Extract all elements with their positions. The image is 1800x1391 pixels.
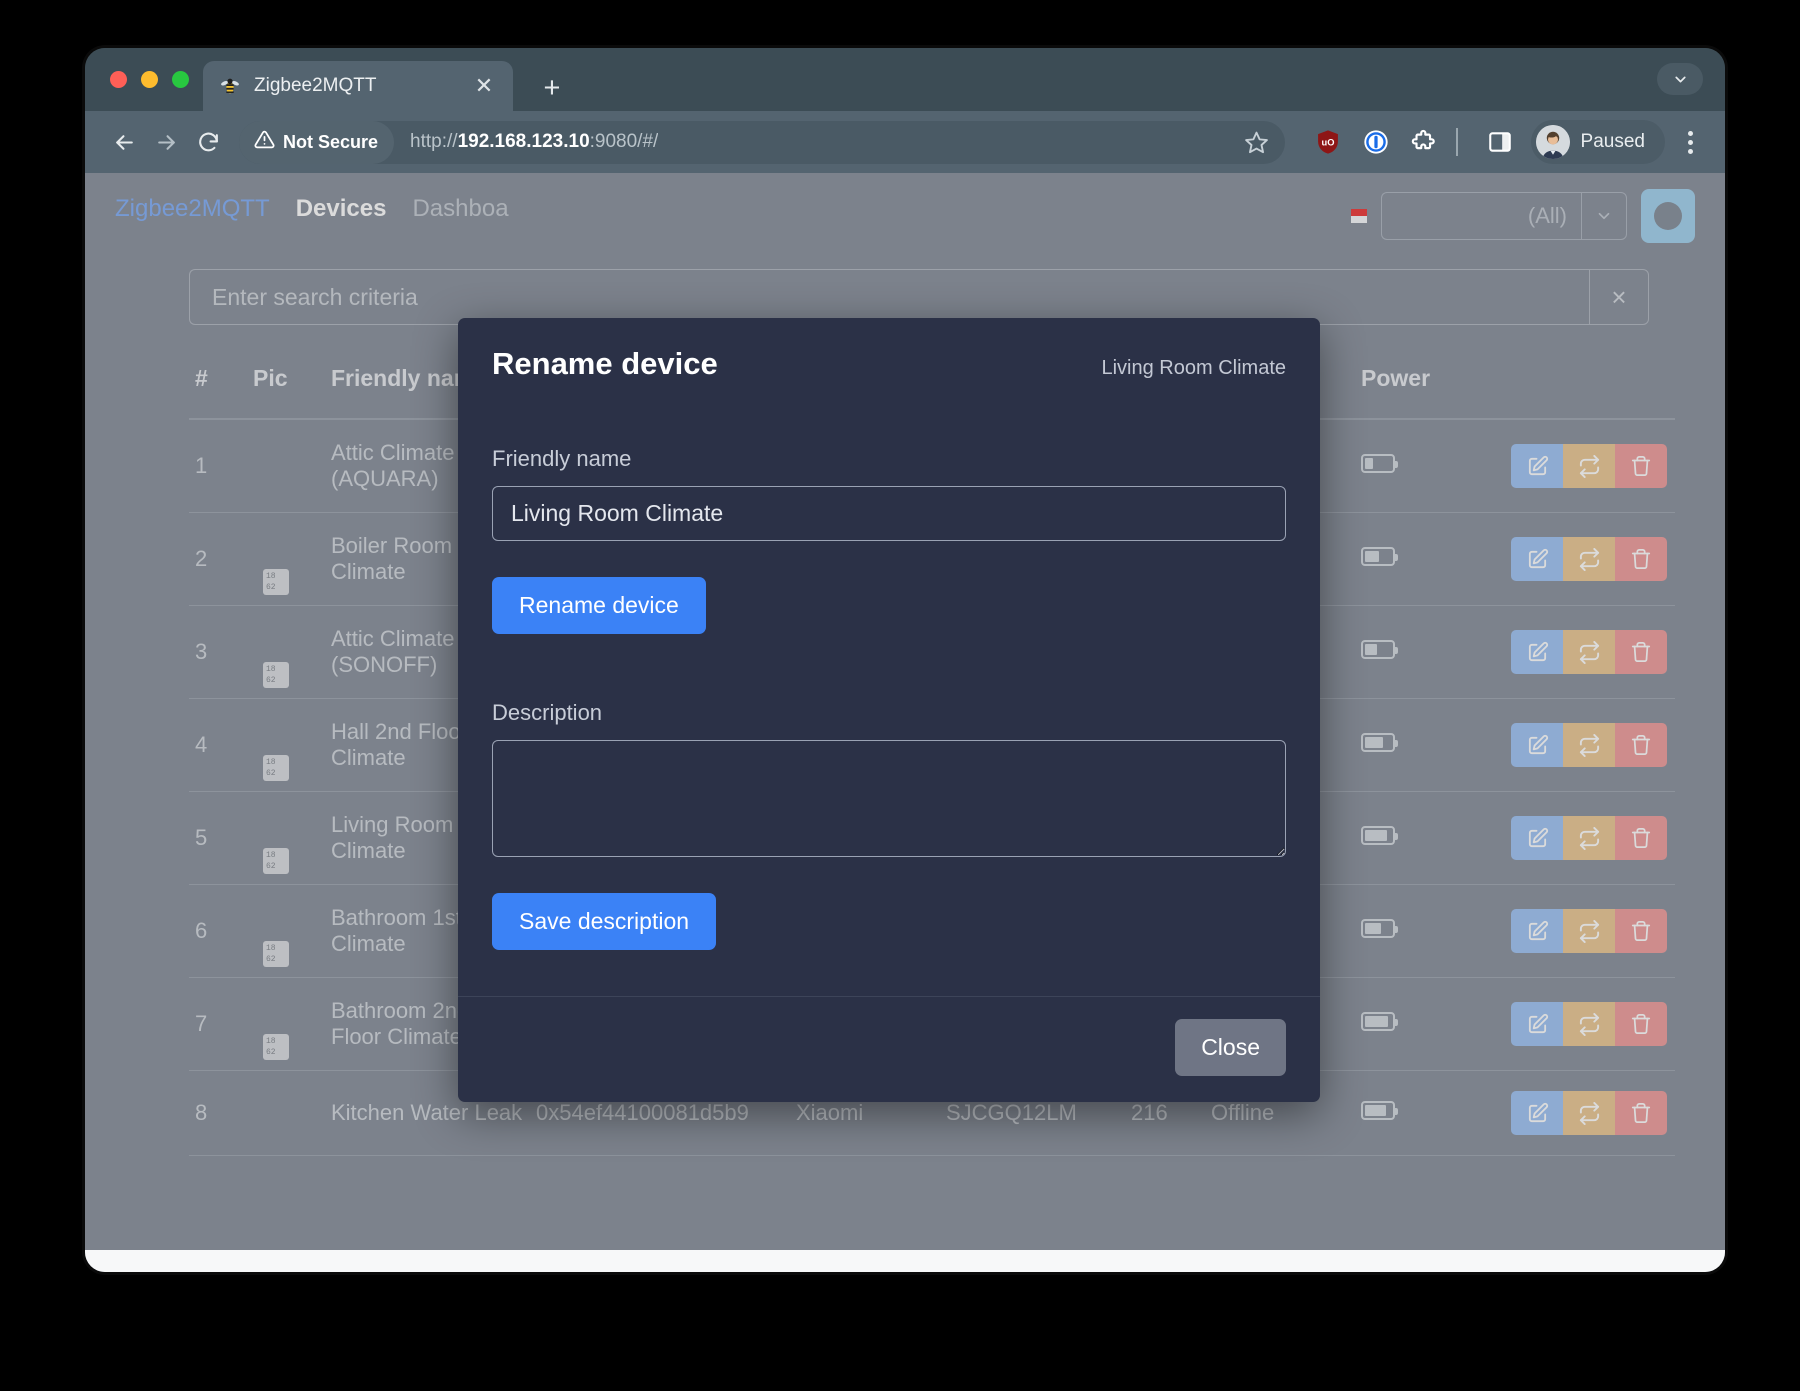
tab-strip: Zigbee2MQTT ✕ + [85,48,1725,111]
friendly-name-label: Friendly name [492,446,1286,472]
reload-icon[interactable] [187,121,229,163]
svg-text:uO: uO [1321,138,1334,148]
browser-toolbar: Not Secure http://192.168.123.10:9080/#/… [85,111,1725,173]
chevron-down-icon[interactable] [1657,63,1703,95]
window-traffic-lights [110,71,189,88]
tab-title: Zigbee2MQTT [254,75,471,97]
friendly-name-input[interactable] [492,486,1286,541]
kebab-menu-icon[interactable] [1673,122,1707,162]
close-window-button[interactable] [110,71,127,88]
description-label: Description [492,700,1286,726]
warning-triangle-icon [254,129,275,155]
close-icon[interactable]: ✕ [471,73,497,99]
page-bottom-edge [85,1250,1725,1272]
new-tab-button[interactable]: + [537,74,567,104]
minimize-window-button[interactable] [141,71,158,88]
url-suffix: :9080/#/ [590,131,659,152]
zigbee-bee-icon [219,75,241,97]
description-textarea[interactable] [492,740,1286,857]
profile-label: Paused [1581,131,1645,153]
security-indicator[interactable]: Not Secure [239,121,394,164]
address-bar[interactable]: Not Secure http://192.168.123.10:9080/#/ [239,121,1285,164]
extensions-puzzle-icon[interactable] [1405,123,1443,161]
url-host: 192.168.123.10 [458,131,590,152]
modal-title: Rename device [492,346,718,382]
bookmark-star-icon[interactable] [1237,122,1277,162]
browser-tab[interactable]: Zigbee2MQTT ✕ [203,61,513,111]
url-prefix: http:// [410,131,458,152]
arrow-left-icon[interactable] [103,121,145,163]
toolbar-divider [1456,128,1458,156]
maximize-window-button[interactable] [172,71,189,88]
modal-footer: Close [458,996,1320,1102]
side-panel-icon[interactable] [1481,123,1519,161]
modal-subtitle: Living Room Climate [1101,357,1286,380]
save-description-button[interactable]: Save description [492,893,716,950]
modal-spacer [492,634,1286,670]
page-viewport: Zigbee2MQTT Devices Dashboa (All) × [85,173,1725,1272]
onepassword-icon[interactable] [1357,123,1395,161]
url-text: http://192.168.123.10:9080/#/ [410,131,658,153]
profile-chip[interactable]: Paused [1531,120,1665,164]
user-avatar [1536,125,1570,159]
browser-window: Zigbee2MQTT ✕ + Not Secure http://192.16… [85,48,1725,1272]
modal-spacer-bottom [492,950,1286,986]
ublock-origin-icon[interactable]: uO [1309,123,1347,161]
security-label: Not Secure [283,132,378,153]
modal-header: Rename device Living Room Climate [458,318,1320,412]
arrow-right-icon[interactable] [145,121,187,163]
modal-body: Friendly name Rename device Description … [458,412,1320,996]
rename-device-modal: Rename device Living Room Climate Friend… [458,318,1320,1102]
close-button[interactable]: Close [1175,1019,1286,1076]
rename-device-button[interactable]: Rename device [492,577,706,634]
